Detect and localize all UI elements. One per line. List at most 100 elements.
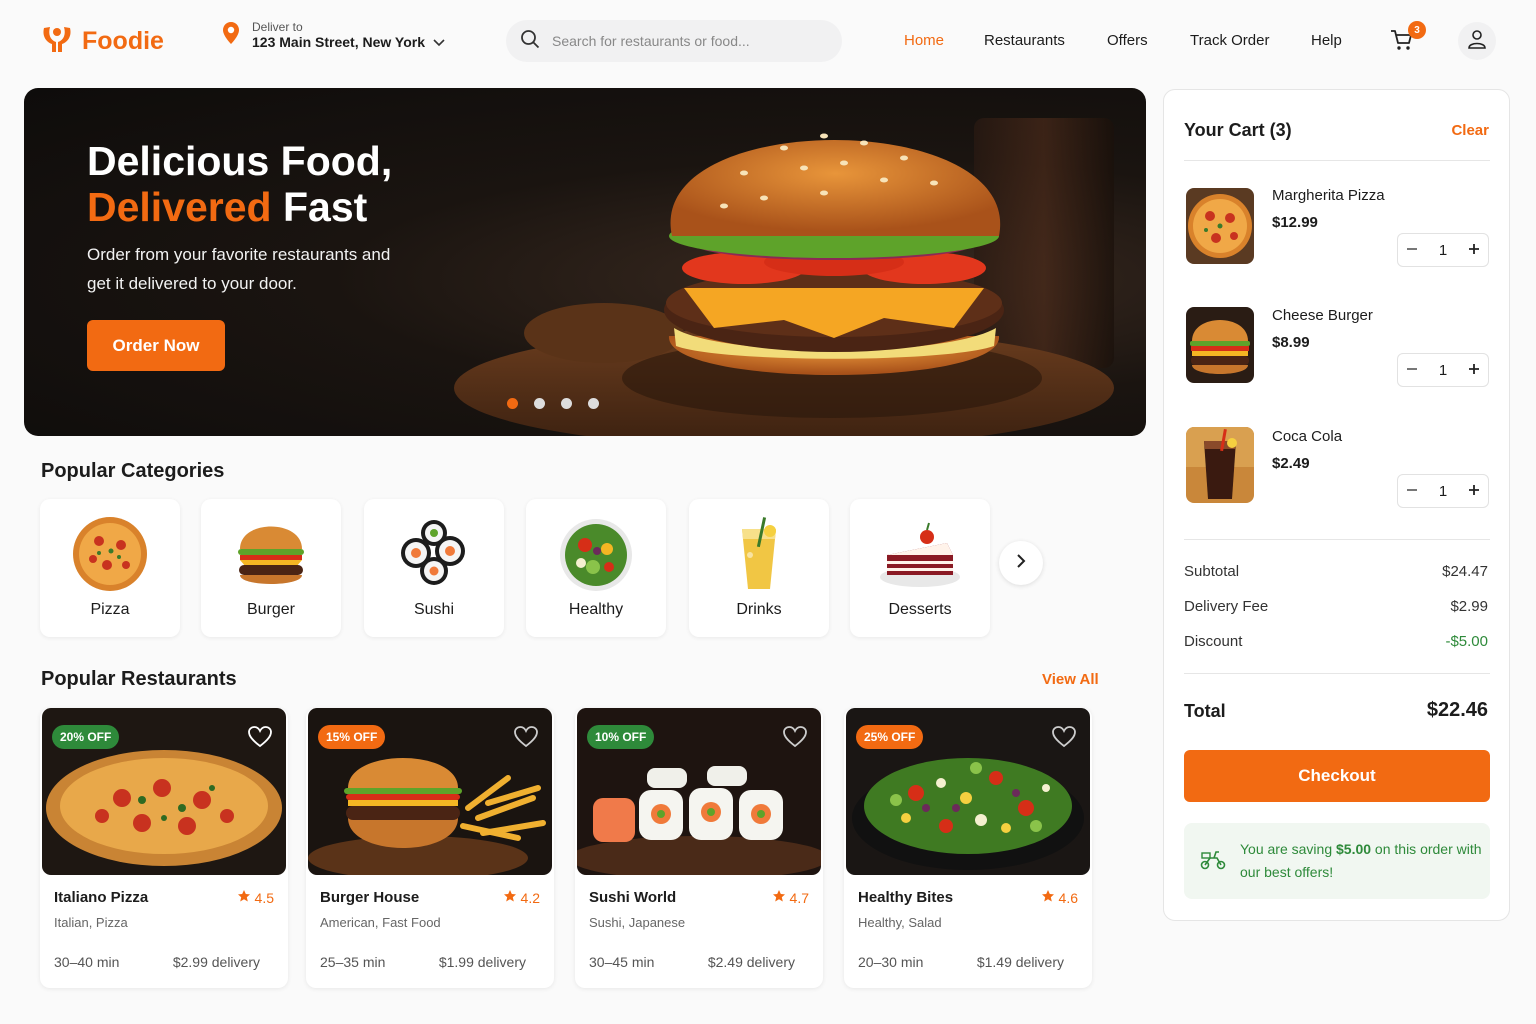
carousel-dot[interactable] bbox=[507, 398, 518, 409]
delivery-address: 123 Main Street, New York bbox=[252, 34, 425, 50]
delivery-fee: $2.49 delivery bbox=[707, 954, 795, 970]
nav-help[interactable]: Help bbox=[1311, 32, 1342, 49]
view-all-link[interactable]: View All bbox=[1042, 671, 1099, 688]
carousel-dot[interactable] bbox=[588, 398, 599, 409]
star-icon bbox=[1041, 889, 1055, 906]
nav-home[interactable]: Home bbox=[904, 32, 944, 49]
restaurants-title: Popular Restaurants bbox=[41, 668, 237, 690]
minus-icon[interactable] bbox=[1406, 242, 1418, 259]
quantity-value: 1 bbox=[1438, 361, 1448, 379]
checkout-button[interactable]: Checkout bbox=[1184, 750, 1490, 802]
star-icon bbox=[237, 889, 251, 906]
cart-item-price: $12.99 bbox=[1272, 214, 1318, 231]
pizza-icon bbox=[73, 517, 147, 591]
star-icon bbox=[772, 889, 786, 906]
restaurant-card[interactable]: 15% OFF Burger House 4.2 American, Fast … bbox=[306, 708, 554, 988]
delivery-time: 30–40 min bbox=[54, 954, 120, 970]
category-label: Pizza bbox=[90, 601, 130, 618]
location-pin-icon bbox=[222, 21, 240, 50]
discount-badge: 25% OFF bbox=[856, 725, 924, 749]
divider bbox=[1184, 539, 1490, 540]
discount-badge: 20% OFF bbox=[52, 725, 120, 749]
categories-title: Popular Categories bbox=[41, 460, 225, 482]
cart-title: Your Cart (3) bbox=[1184, 120, 1292, 140]
category-label: Sushi bbox=[413, 601, 455, 618]
plus-icon[interactable] bbox=[1468, 483, 1480, 500]
restaurant-name: Burger House bbox=[320, 889, 420, 906]
cart-item-image bbox=[1186, 427, 1254, 503]
quantity-value: 1 bbox=[1438, 241, 1448, 259]
user-icon bbox=[1467, 29, 1487, 54]
category-label: Drinks bbox=[736, 601, 782, 618]
cart-icon bbox=[1390, 30, 1414, 56]
category-burger[interactable]: Burger bbox=[201, 499, 341, 637]
quantity-stepper: 1 bbox=[1397, 233, 1489, 267]
nav-track-order[interactable]: Track Order bbox=[1190, 32, 1269, 49]
delivery-fee-value: $2.99 bbox=[1450, 598, 1488, 615]
cart-item-price: $2.49 bbox=[1272, 455, 1310, 472]
star-icon bbox=[503, 889, 517, 906]
brand-logo[interactable]: Foodie bbox=[40, 24, 164, 59]
search-bar[interactable] bbox=[506, 20, 842, 62]
restaurant-cuisine: Italian, Pizza bbox=[54, 915, 128, 930]
plus-icon[interactable] bbox=[1468, 362, 1480, 379]
favorite-heart-icon[interactable] bbox=[514, 726, 538, 748]
total-value: $22.46 bbox=[1426, 699, 1488, 721]
restaurant-rating: 4.7 bbox=[772, 889, 809, 906]
clear-cart-button[interactable]: Clear bbox=[1451, 122, 1489, 139]
delivery-location[interactable]: Deliver to 123 Main Street, New York bbox=[222, 20, 445, 50]
nav-restaurants[interactable]: Restaurants bbox=[984, 32, 1065, 49]
restaurant-card[interactable]: 20% OFF Italiano Pizza 4.5 Italian, Pizz… bbox=[40, 708, 288, 988]
restaurant-card[interactable]: 10% OFF Sushi World 4.7 Sushi, Japanese … bbox=[575, 708, 823, 988]
minus-icon[interactable] bbox=[1406, 362, 1418, 379]
delivery-scooter-icon bbox=[1200, 848, 1226, 875]
category-drinks[interactable]: Drinks bbox=[689, 499, 829, 637]
category-sushi[interactable]: Sushi bbox=[364, 499, 504, 637]
restaurant-rating: 4.5 bbox=[237, 889, 274, 906]
nav-offers[interactable]: Offers bbox=[1107, 32, 1148, 49]
divider bbox=[1184, 673, 1490, 674]
categories-next-button[interactable] bbox=[999, 541, 1043, 585]
cart-item-name: Cheese Burger bbox=[1272, 307, 1373, 324]
category-healthy[interactable]: Healthy bbox=[526, 499, 666, 637]
restaurant-cuisine: Healthy, Salad bbox=[858, 915, 942, 930]
plus-icon[interactable] bbox=[1468, 242, 1480, 259]
brand-name: Foodie bbox=[82, 27, 164, 55]
savings-text: You are saving $5.00 on this order with … bbox=[1240, 841, 1482, 880]
hero-subtitle: Order from your favorite restaurants and… bbox=[87, 245, 391, 293]
restaurant-card[interactable]: 25% OFF Healthy Bites 4.6 Healthy, Salad… bbox=[844, 708, 1092, 988]
carousel-dot[interactable] bbox=[561, 398, 572, 409]
delivery-fee: $1.49 delivery bbox=[976, 954, 1064, 970]
deliver-to-label: Deliver to bbox=[252, 20, 303, 34]
favorite-heart-icon[interactable] bbox=[248, 726, 272, 748]
user-profile-button[interactable] bbox=[1458, 22, 1496, 60]
category-pizza[interactable]: Pizza bbox=[40, 499, 180, 637]
delivery-time: 30–45 min bbox=[589, 954, 655, 970]
hero-title-highlight: Delivered bbox=[87, 184, 272, 230]
carousel-dot[interactable] bbox=[534, 398, 545, 409]
restaurant-name: Sushi World bbox=[589, 889, 677, 906]
minus-icon[interactable] bbox=[1406, 483, 1418, 500]
category-label: Desserts bbox=[888, 601, 952, 618]
favorite-heart-icon[interactable] bbox=[783, 726, 807, 748]
quantity-stepper: 1 bbox=[1397, 353, 1489, 387]
delivery-time: 25–35 min bbox=[320, 954, 386, 970]
chevron-right-icon bbox=[1016, 553, 1026, 574]
category-label: Healthy bbox=[568, 601, 624, 618]
discount-value: -$5.00 bbox=[1445, 633, 1488, 650]
restaurant-rating: 4.2 bbox=[503, 889, 540, 906]
quantity-stepper: 1 bbox=[1397, 474, 1489, 508]
order-now-button[interactable]: Order Now bbox=[87, 320, 225, 371]
restaurant-name: Healthy Bites bbox=[858, 889, 954, 906]
category-label: Burger bbox=[246, 601, 296, 618]
salad-bowl-icon bbox=[560, 519, 632, 591]
search-input[interactable] bbox=[552, 33, 812, 49]
burger-icon bbox=[238, 526, 304, 584]
delivery-fee: $2.99 delivery bbox=[172, 954, 260, 970]
cart-item-name: Coca Cola bbox=[1272, 428, 1343, 445]
delivery-time: 20–30 min bbox=[858, 954, 924, 970]
subtotal-label: Subtotal bbox=[1184, 563, 1240, 580]
category-desserts[interactable]: Desserts bbox=[850, 499, 990, 637]
favorite-heart-icon[interactable] bbox=[1052, 726, 1076, 748]
delivery-fee: $1.99 delivery bbox=[438, 954, 526, 970]
